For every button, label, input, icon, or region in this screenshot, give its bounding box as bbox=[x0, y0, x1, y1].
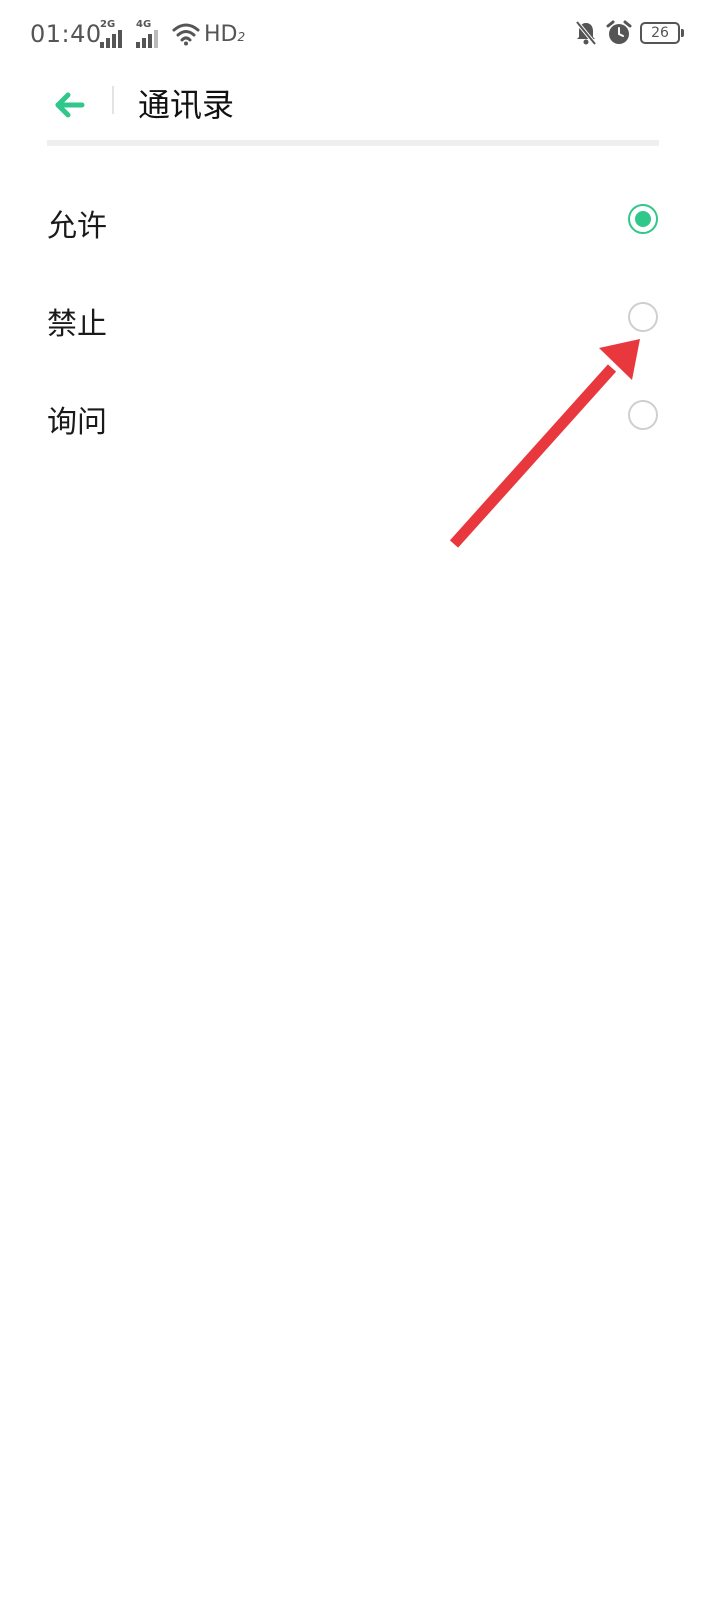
option-ask[interactable]: 询问 bbox=[0, 366, 720, 464]
page-title: 通讯录 bbox=[138, 86, 235, 124]
radio-deny[interactable] bbox=[628, 302, 658, 332]
alarm-clock-icon bbox=[606, 20, 632, 44]
permission-options: 允许 禁止 询问 bbox=[0, 170, 720, 464]
option-allow[interactable]: 允许 bbox=[0, 170, 720, 268]
signal-1-icon: 2G bbox=[100, 19, 130, 48]
status-bar: 01:40 2G 4G HD2 26 bbox=[0, 0, 720, 70]
status-right-icons: 26 bbox=[574, 20, 684, 46]
battery-icon: 26 bbox=[640, 22, 684, 44]
radio-allow-selected[interactable] bbox=[628, 204, 658, 234]
wifi-icon bbox=[172, 23, 200, 46]
header-separator bbox=[47, 140, 659, 146]
status-time: 01:40 bbox=[30, 20, 102, 48]
radio-ask[interactable] bbox=[628, 400, 658, 430]
battery-level: 26 bbox=[651, 25, 669, 41]
back-arrow-icon bbox=[55, 92, 85, 118]
hd-sub: 2 bbox=[237, 30, 246, 44]
top-app-bar: 通讯录 bbox=[0, 70, 720, 140]
hd-indicator: HD2 bbox=[204, 22, 245, 47]
signal-2-icon: 4G bbox=[136, 19, 166, 48]
option-label: 询问 bbox=[47, 405, 107, 440]
back-button[interactable] bbox=[46, 78, 94, 126]
mute-bell-icon bbox=[575, 20, 597, 46]
option-deny[interactable]: 禁止 bbox=[0, 268, 720, 366]
option-label: 允许 bbox=[47, 209, 107, 244]
network-type-1: 2G bbox=[100, 19, 116, 30]
network-type-2: 4G bbox=[136, 19, 152, 30]
header-divider bbox=[112, 86, 114, 114]
hd-label: HD bbox=[204, 22, 238, 47]
option-label: 禁止 bbox=[47, 307, 107, 342]
